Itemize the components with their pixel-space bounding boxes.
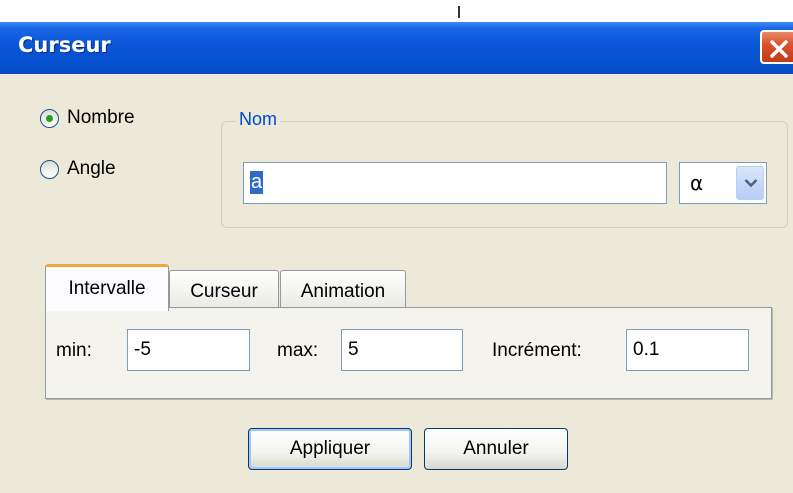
increment-input[interactable]: 0.1 [626, 329, 749, 371]
greek-letter-value: α [690, 171, 704, 195]
tab-panel-intervalle: min: -5 max: 5 Incrément: 0.1 [45, 307, 772, 399]
background-strip [0, 0, 793, 22]
close-icon [770, 40, 788, 58]
name-input-selected-text: a [250, 171, 264, 194]
cancel-button[interactable]: Annuler [424, 428, 568, 470]
tab-curseur-label: Curseur [190, 280, 258, 302]
tab-intervalle[interactable]: Intervalle [45, 264, 169, 311]
background-tick-mark [458, 6, 460, 18]
increment-label: Incrément: [492, 340, 582, 361]
tab-curseur[interactable]: Curseur [169, 270, 279, 312]
radio-nombre[interactable]: Nombre [40, 107, 135, 129]
window-title: Curseur [18, 33, 111, 57]
dialog-body: Nombre Angle Nom a α Intervalle Curseur … [3, 74, 793, 493]
radio-angle-label: Angle [67, 158, 116, 179]
chevron-down-icon [744, 179, 758, 188]
tab-animation[interactable]: Animation [280, 270, 406, 312]
apply-button[interactable]: Appliquer [248, 428, 412, 470]
tab-intervalle-label: Intervalle [68, 278, 146, 299]
dropdown-arrow-button[interactable] [736, 166, 764, 200]
title-bar[interactable]: Curseur [0, 22, 793, 74]
radio-button-unchecked[interactable] [40, 159, 59, 179]
name-group-legend: Nom [236, 109, 281, 130]
close-button[interactable] [760, 30, 793, 64]
max-input[interactable]: 5 [341, 329, 463, 371]
min-input[interactable]: -5 [127, 329, 250, 371]
min-label: min: [56, 340, 92, 361]
greek-letter-dropdown[interactable]: α [679, 162, 767, 204]
slider-dialog: Curseur Nombre Angle Nom a α Intervalle … [0, 22, 793, 493]
radio-button-checked[interactable] [40, 108, 59, 128]
radio-angle[interactable]: Angle [40, 158, 116, 180]
max-label: max: [277, 340, 319, 361]
radio-nombre-label: Nombre [67, 107, 135, 128]
name-input[interactable]: a [243, 162, 667, 204]
tab-animation-label: Animation [300, 280, 386, 302]
